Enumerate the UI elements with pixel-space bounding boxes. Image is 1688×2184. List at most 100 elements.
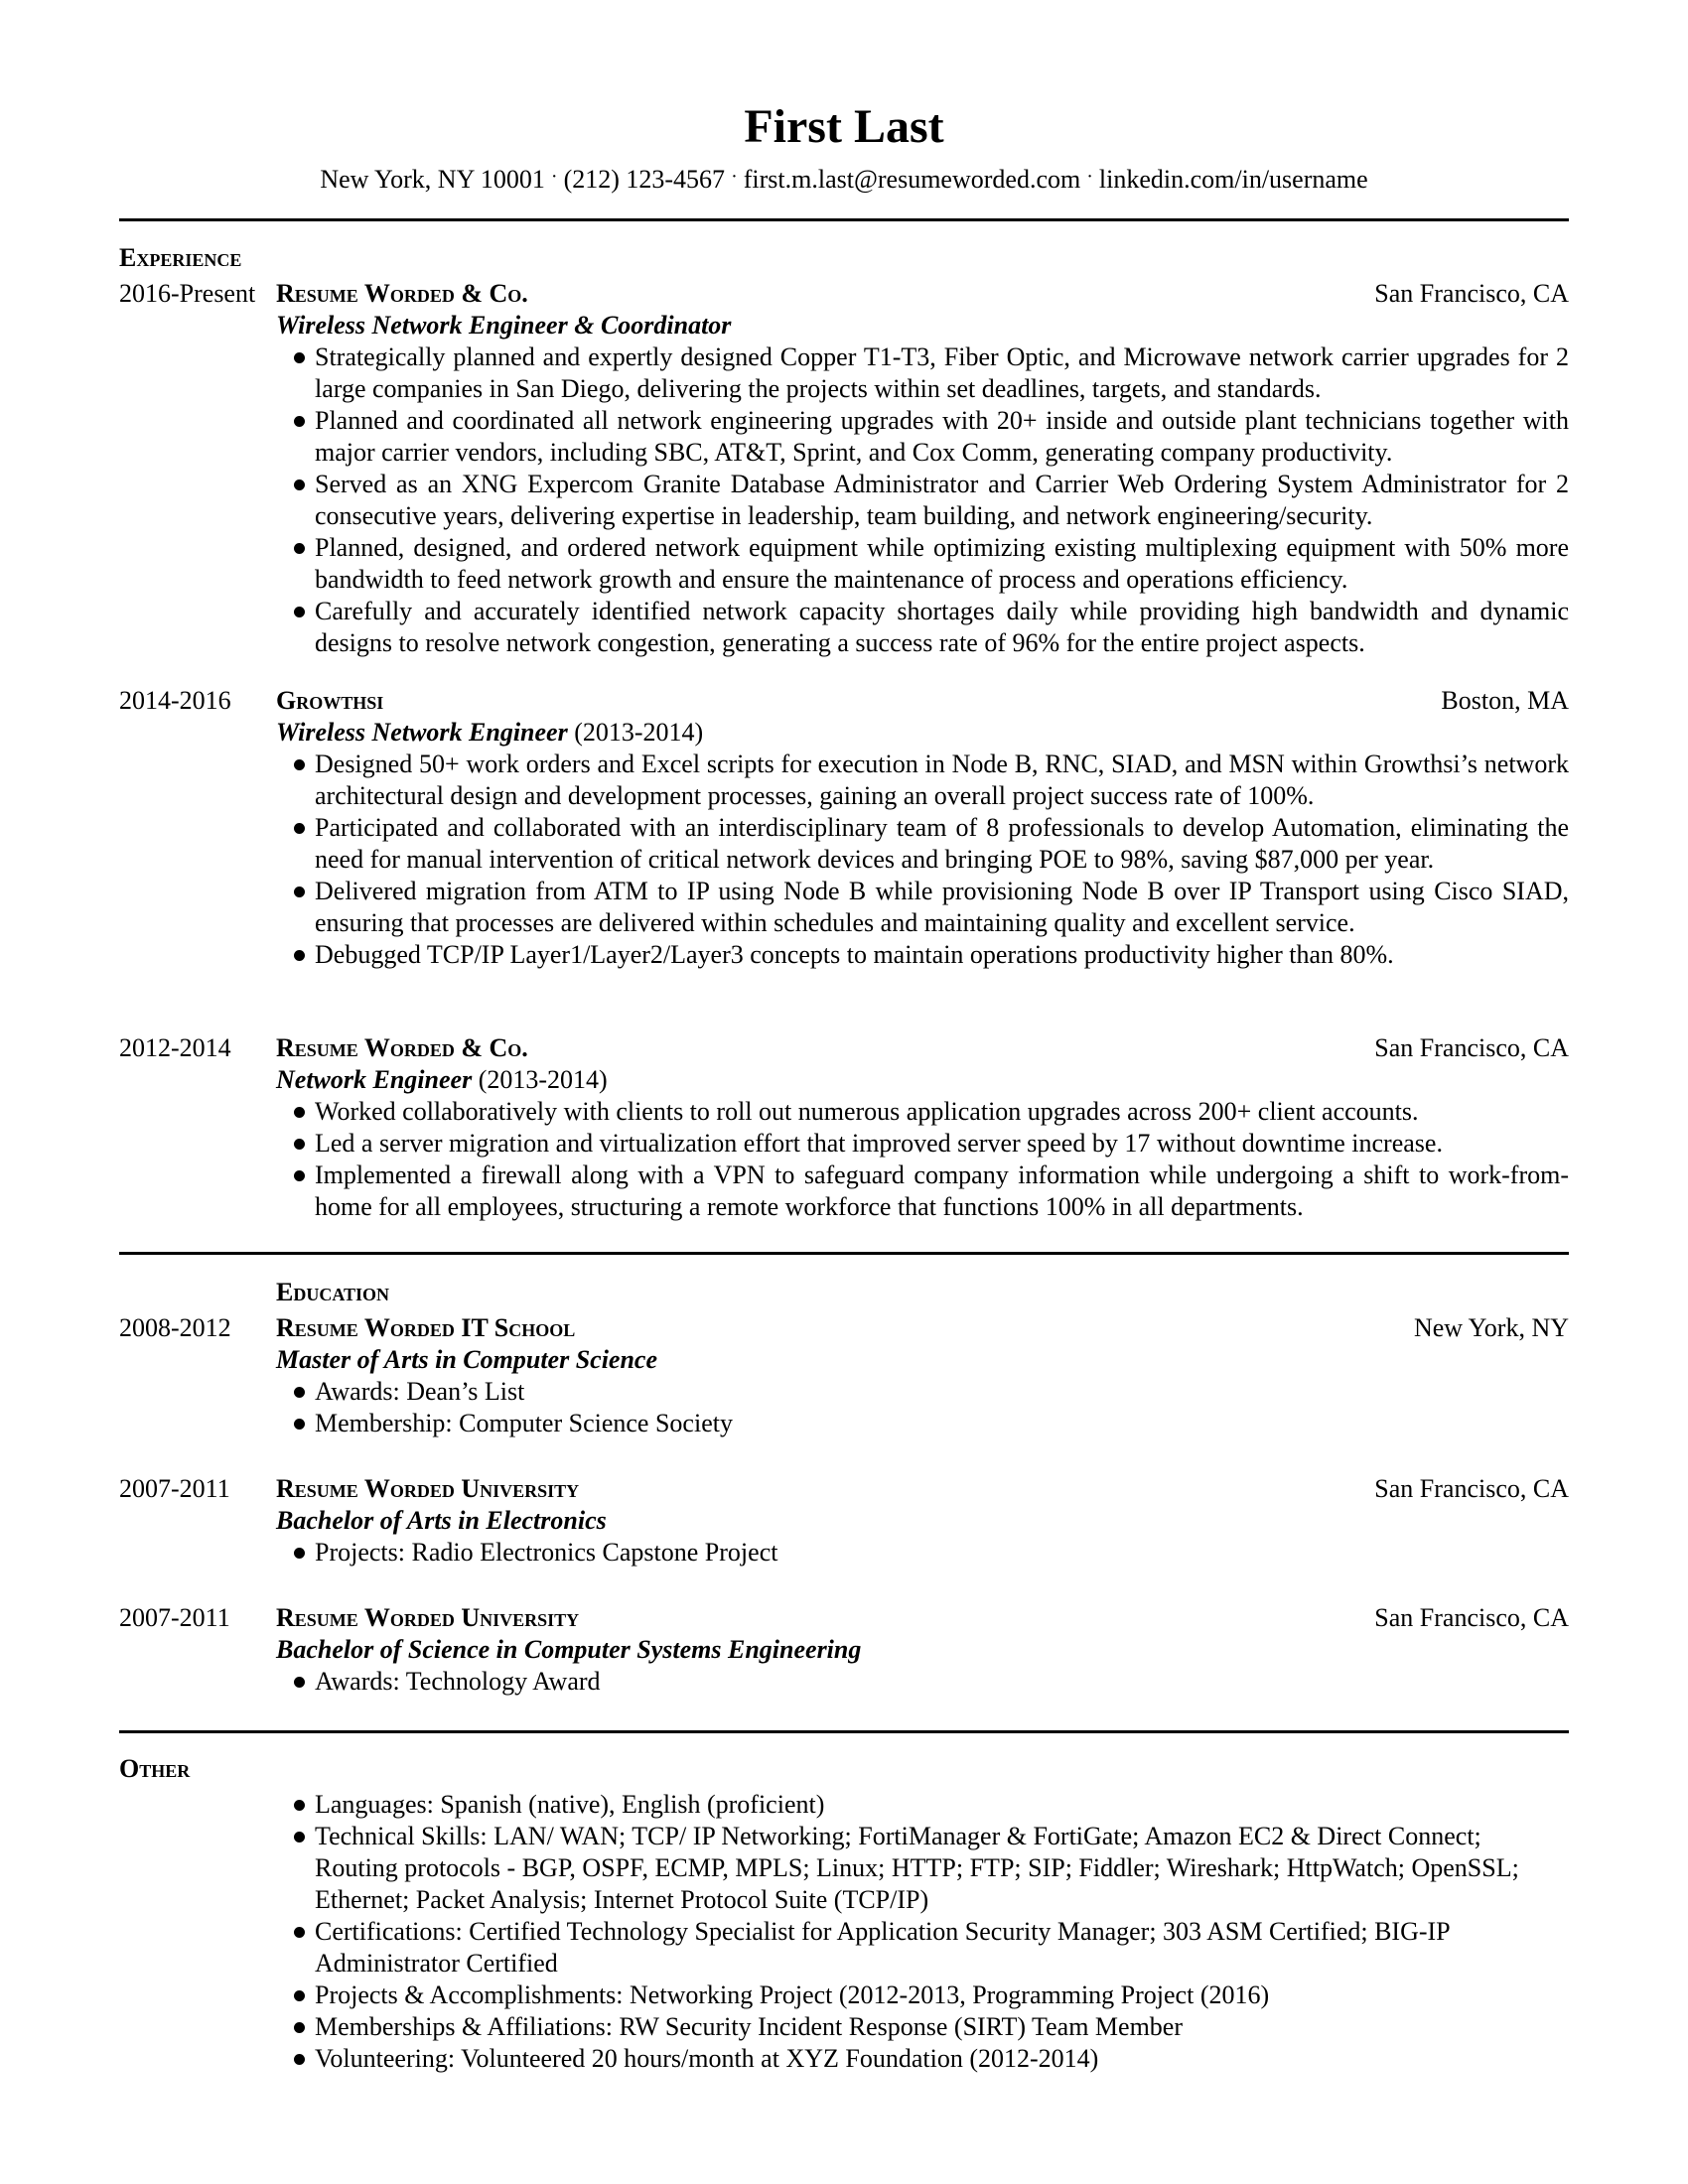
bullet-icon (294, 759, 305, 770)
bullet-icon (294, 1677, 305, 1688)
contact-email[interactable]: first.m.last@resumeworded.com (744, 165, 1080, 194)
bullet-item: Strategically planned and expertly desig… (119, 341, 1569, 405)
entry-institution: Resume Worded IT School (276, 1313, 576, 1342)
bullet-item: Certifications: Certified Technology Spe… (119, 1916, 1569, 1979)
contact-location: New York, NY 10001 (320, 165, 545, 194)
bullet-list: Strategically planned and expertly desig… (119, 341, 1569, 659)
entry-organization: Resume Worded & Co. (276, 1033, 528, 1062)
role-title: Network Engineer (276, 1065, 473, 1094)
candidate-name: First Last (744, 100, 944, 153)
bullet-icon (294, 1139, 305, 1150)
entry-dates: 2008-2012 (119, 1313, 231, 1342)
bullet-icon (294, 1800, 305, 1811)
entry-institution: Resume Worded University (276, 1603, 580, 1632)
bullet-item: Awards: Dean’s List (119, 1376, 1569, 1408)
education-entry: 2008-2012 Resume Worded IT School New Yo… (119, 1312, 1569, 1439)
role-title: Wireless Network Engineer & Coordinator (276, 311, 732, 340)
bullet-list: Projects: Radio Electronics Capstone Pro… (119, 1537, 1569, 1569)
bullet-item: Served as an XNG Expercom Granite Databa… (119, 469, 1569, 532)
bullet-icon (294, 1990, 305, 2001)
bullet-icon (294, 607, 305, 617)
bullet-icon (294, 823, 305, 834)
role-dates: (2013-2014) (478, 1065, 608, 1094)
entry-degree: Master of Arts in Computer Science (276, 1345, 658, 1374)
separator-dot: · (550, 166, 558, 188)
bullet-icon (294, 1832, 305, 1843)
entry-degree: Bachelor of Arts in Electronics (276, 1506, 607, 1535)
bullet-icon (294, 352, 305, 363)
bullet-icon (294, 1170, 305, 1181)
role-dates: (2013-2014) (574, 718, 704, 747)
bullet-item: Implemented a firewall along with a VPN … (119, 1160, 1569, 1223)
bullet-list: Awards: Technology Award (119, 1666, 1569, 1698)
bullet-icon (294, 1107, 305, 1118)
bullet-icon (294, 416, 305, 427)
bullet-item: Debugged TCP/IP Layer1/Layer2/Layer3 con… (119, 939, 1569, 971)
bullet-item: Projects & Accomplishments: Networking P… (119, 1979, 1569, 2011)
education-entry: 2007-2011 Resume Worded University San F… (119, 1602, 1569, 1698)
section-title-other: Other (119, 1754, 191, 1783)
entry-location: San Francisco, CA (1374, 1603, 1569, 1632)
bullet-icon (294, 950, 305, 961)
bullet-item: Delivered migration from ATM to IP using… (119, 876, 1569, 939)
experience-entry: 2012-2014 Resume Worded & Co. San Franci… (119, 1032, 1569, 1223)
bullet-item: Awards: Technology Award (119, 1666, 1569, 1698)
section-title-education: Education (276, 1278, 390, 1306)
entry-organization: Growthsi (276, 686, 384, 715)
entry-role: Wireless Network Engineer & Coordinator (276, 310, 731, 341)
section-divider (119, 1730, 1569, 1733)
bullet-item: Designed 50+ work orders and Excel scrip… (119, 749, 1569, 812)
header-divider (119, 218, 1569, 221)
bullet-item: Worked collaboratively with clients to r… (119, 1096, 1569, 1128)
experience-entry: 2016-Present Resume Worded & Co. San Fra… (119, 278, 1569, 659)
bullet-item: Participated and collaborated with an in… (119, 812, 1569, 876)
entry-location: San Francisco, CA (1374, 1474, 1569, 1503)
bullet-item: Technical Skills: LAN/ WAN; TCP/ IP Netw… (119, 1821, 1569, 1916)
bullet-icon (294, 1419, 305, 1430)
bullet-icon (294, 543, 305, 554)
bullet-icon (294, 2022, 305, 2033)
separator-dot: · (731, 166, 738, 188)
contact-phone: (212) 123-4567 (563, 165, 726, 194)
bullet-icon (294, 1927, 305, 1938)
bullet-list: Designed 50+ work orders and Excel scrip… (119, 749, 1569, 971)
bullet-list: Worked collaboratively with clients to r… (119, 1096, 1569, 1223)
contact-line: New York, NY 10001 · (212) 123-4567 · first.… (119, 164, 1569, 198)
separator-dot: · (1086, 166, 1093, 188)
bullet-item: Projects: Radio Electronics Capstone Pro… (119, 1537, 1569, 1569)
entry-organization: Resume Worded & Co. (276, 279, 528, 308)
entry-institution: Resume Worded University (276, 1474, 580, 1503)
bullet-icon (294, 1548, 305, 1559)
entry-role: Wireless Network Engineer (2013-2014) (276, 717, 703, 749)
bullet-icon (294, 2054, 305, 2065)
entry-location: San Francisco, CA (1374, 1033, 1569, 1062)
entry-dates: 2007-2011 (119, 1474, 230, 1503)
bullet-item: Carefully and accurately identified netw… (119, 596, 1569, 659)
entry-role: Network Engineer (2013-2014) (276, 1064, 608, 1096)
entry-dates: 2007-2011 (119, 1603, 230, 1632)
bullet-list: Awards: Dean’s List Membership: Computer… (119, 1376, 1569, 1439)
entry-location: New York, NY (1413, 1313, 1569, 1342)
section-title-experience: Experience (119, 243, 242, 272)
bullet-item: Membership: Computer Science Society (119, 1408, 1569, 1439)
contact-linkedin[interactable]: linkedin.com/in/username (1099, 165, 1368, 194)
other-section: Languages: Spanish (native), English (pr… (119, 1789, 1569, 2075)
bullet-item: Planned and coordinated all network engi… (119, 405, 1569, 469)
education-entry: 2007-2011 Resume Worded University San F… (119, 1473, 1569, 1569)
entry-dates: 2014-2016 (119, 686, 231, 715)
entry-degree: Bachelor of Science in Computer Systems … (276, 1635, 862, 1664)
bullet-item: Volunteering: Volunteered 20 hours/month… (119, 2043, 1569, 2075)
entry-dates: 2012-2014 (119, 1033, 231, 1062)
experience-entry: 2014-2016 Growthsi Boston, MA Wireless N… (119, 685, 1569, 971)
bullet-list: Languages: Spanish (native), English (pr… (119, 1789, 1569, 2075)
entry-dates: 2016-Present (119, 279, 256, 308)
bullet-item: Led a server migration and virtualizatio… (119, 1128, 1569, 1160)
bullet-icon (294, 887, 305, 897)
bullet-icon (294, 479, 305, 490)
bullet-item: Planned, designed, and ordered network e… (119, 532, 1569, 596)
role-title: Wireless Network Engineer (276, 718, 568, 747)
bullet-icon (294, 1387, 305, 1398)
entry-location: San Francisco, CA (1374, 279, 1569, 308)
bullet-item: Languages: Spanish (native), English (pr… (119, 1789, 1569, 1821)
section-divider (119, 1252, 1569, 1255)
